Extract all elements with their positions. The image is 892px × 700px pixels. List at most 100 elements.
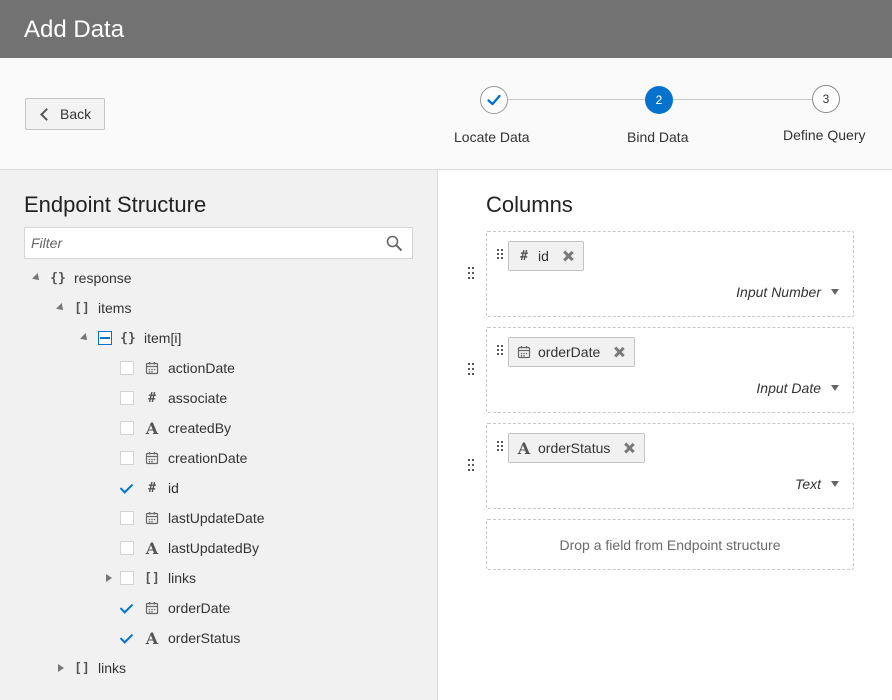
field-chip-label: id	[538, 248, 549, 264]
field-chip[interactable]: # id	[508, 241, 584, 271]
drag-handle-icon[interactable]	[497, 345, 503, 359]
expanded-icon[interactable]	[30, 271, 44, 285]
step-number: 3	[822, 92, 830, 106]
drag-handle-icon[interactable]	[468, 459, 476, 473]
drag-handle-icon[interactable]	[468, 363, 476, 377]
tree-leaf-id[interactable]: # id	[120, 473, 179, 503]
wizard-toolbar: Back 2 3 Locate Data Bind Data Define Qu…	[0, 58, 892, 170]
drag-handle-icon[interactable]	[468, 267, 476, 281]
array-icon: []	[144, 570, 160, 586]
expanded-icon[interactable]	[54, 301, 68, 315]
component-type-select[interactable]: Input Number	[736, 284, 839, 300]
column-card-id[interactable]: # id Input Number	[486, 231, 854, 317]
object-icon: {}	[50, 270, 66, 286]
tree-node-label: associate	[168, 390, 228, 406]
field-chip[interactable]: orderDate	[508, 337, 636, 367]
train-step-label: Locate Data	[454, 129, 530, 145]
array-icon: []	[74, 300, 90, 316]
tree-node-label: orderStatus	[168, 630, 241, 646]
back-button[interactable]: Back	[25, 98, 105, 130]
back-button-label: Back	[60, 106, 92, 122]
object-icon: {}	[120, 330, 136, 346]
field-checkbox[interactable]	[120, 391, 134, 405]
field-checkbox[interactable]	[120, 421, 134, 435]
field-chip[interactable]: A orderStatus	[508, 433, 646, 463]
tree-node-response[interactable]: {} response	[30, 263, 132, 293]
drag-handle-icon[interactable]	[497, 441, 503, 455]
drag-handle-icon[interactable]	[497, 249, 503, 263]
tree-node-links-root[interactable]: [] links	[54, 653, 126, 683]
calendar-icon	[144, 510, 160, 526]
tree-node-label: lastUpdatedBy	[168, 540, 260, 556]
column-card-orderDate[interactable]: orderDate Input Date	[486, 327, 854, 413]
text-icon: A	[145, 628, 159, 648]
calendar-icon	[144, 360, 160, 376]
endpoint-structure-title: Endpoint Structure	[24, 192, 207, 217]
field-checkbox[interactable]	[120, 541, 134, 555]
train-step-locate-data[interactable]	[480, 86, 508, 114]
drop-zone[interactable]: Drop a field from Endpoint structure	[486, 519, 854, 570]
text-icon: A	[145, 418, 159, 438]
partial-checkbox[interactable]	[98, 331, 112, 345]
field-chip-label: orderStatus	[538, 440, 611, 456]
number-icon: #	[148, 390, 156, 406]
tree-node-label: actionDate	[168, 360, 235, 376]
endpoint-structure-panel: Endpoint Structure {} response [] items …	[0, 170, 438, 700]
tree-leaf-createdBy[interactable]: A createdBy	[120, 413, 231, 443]
remove-field-icon[interactable]	[622, 441, 636, 455]
column-card-orderStatus[interactable]: A orderStatus Text	[486, 423, 854, 509]
component-type-select[interactable]: Input Date	[756, 380, 839, 396]
filter-field[interactable]	[24, 227, 413, 259]
component-type-label: Input Date	[756, 380, 821, 396]
field-checkbox[interactable]	[120, 481, 134, 495]
number-icon: #	[148, 480, 156, 496]
tree-node-label: links	[98, 660, 127, 676]
filter-input[interactable]	[25, 228, 380, 258]
text-icon: A	[145, 538, 159, 558]
step-number: 2	[655, 93, 663, 107]
tree-leaf-lastUpdateDate[interactable]: lastUpdateDate	[120, 503, 265, 533]
field-checkbox[interactable]	[120, 571, 134, 585]
tree-leaf-associate[interactable]: # associate	[120, 383, 227, 413]
tree-node-links[interactable]: [] links	[102, 563, 196, 593]
columns-title: Columns	[486, 192, 573, 217]
page-title: Add Data	[24, 16, 125, 43]
calendar-icon	[516, 344, 532, 360]
train-connector	[673, 99, 812, 100]
train-connector	[508, 99, 645, 100]
train-step-bind-data[interactable]: 2	[645, 86, 673, 114]
tree-node-label: item[i]	[144, 330, 182, 346]
remove-field-icon[interactable]	[612, 345, 626, 359]
tree-leaf-lastUpdatedBy[interactable]: A lastUpdatedBy	[120, 533, 259, 563]
dropdown-arrow-icon	[831, 385, 839, 391]
tree-node-item[interactable]: {} item[i]	[78, 323, 181, 353]
tree-leaf-orderDate[interactable]: orderDate	[120, 593, 230, 623]
component-type-label: Input Number	[736, 284, 821, 300]
chevron-left-icon	[40, 107, 53, 121]
train-step-label: Define Query	[783, 127, 866, 143]
field-checkbox[interactable]	[120, 631, 134, 645]
tree-node-label: id	[168, 480, 179, 496]
collapsed-icon[interactable]	[54, 661, 68, 675]
component-type-select[interactable]: Text	[795, 476, 839, 492]
field-checkbox[interactable]	[120, 361, 134, 375]
tree-node-label: creationDate	[168, 450, 248, 466]
tree-node-label: orderDate	[168, 600, 231, 616]
remove-field-icon[interactable]	[561, 249, 575, 263]
array-icon: []	[74, 660, 90, 676]
tree-node-label: response	[74, 270, 132, 286]
collapsed-icon[interactable]	[102, 571, 116, 585]
train-step-define-query[interactable]: 3	[812, 85, 840, 113]
tree-leaf-creationDate[interactable]: creationDate	[120, 443, 247, 473]
tree-leaf-actionDate[interactable]: actionDate	[120, 353, 235, 383]
tree-node-items[interactable]: [] items	[54, 293, 131, 323]
search-icon[interactable]	[386, 235, 403, 252]
field-checkbox[interactable]	[120, 601, 134, 615]
tree-node-label: links	[168, 570, 197, 586]
expanded-icon[interactable]	[78, 331, 92, 345]
field-checkbox[interactable]	[120, 451, 134, 465]
text-icon: A	[517, 438, 531, 458]
tree-leaf-orderStatus[interactable]: A orderStatus	[120, 623, 241, 653]
field-checkbox[interactable]	[120, 511, 134, 525]
tree-node-label: items	[98, 300, 132, 316]
